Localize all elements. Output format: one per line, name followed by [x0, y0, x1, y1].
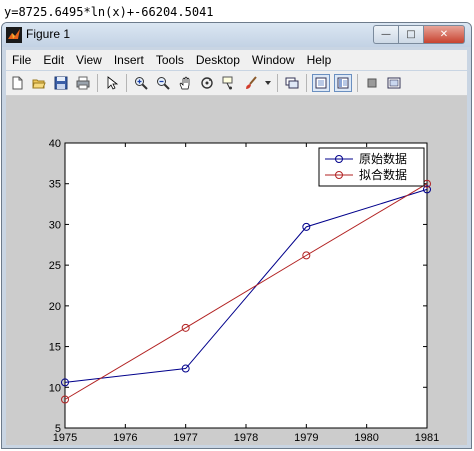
y-tick-label: 20 [49, 301, 61, 313]
menu-edit[interactable]: Edit [37, 53, 70, 67]
y-tick-label: 15 [49, 342, 61, 354]
menu-desktop[interactable]: Desktop [190, 53, 246, 67]
menu-help[interactable]: Help [301, 53, 338, 67]
link-plot-icon[interactable] [283, 74, 301, 92]
brush-icon[interactable] [242, 74, 260, 92]
open-file-icon[interactable] [30, 74, 48, 92]
title-bar[interactable]: Figure 1 — □ ✕ [2, 23, 471, 47]
data-cursor-icon[interactable] [220, 74, 238, 92]
legend-icon[interactable] [385, 74, 403, 92]
save-icon[interactable] [52, 74, 70, 92]
zoom-out-icon[interactable] [154, 74, 172, 92]
y-tick-label: 40 [49, 138, 61, 150]
maximize-button[interactable]: □ [398, 25, 423, 44]
console-output-line: y=8725.6495*ln(x)+-66204.5041 [4, 5, 214, 19]
plot-svg: 1975 1976 1977 1978 1979 1980 1981510152025303… [49, 138, 439, 444]
figure-window: Figure 1 — □ ✕ File Edit View Insert Too… [1, 22, 472, 449]
minimize-button[interactable]: — [373, 25, 398, 44]
matlab-logo-icon [6, 27, 22, 43]
close-button[interactable]: ✕ [423, 25, 465, 44]
menu-tools[interactable]: Tools [150, 53, 190, 67]
y-tick-label: 5 [55, 423, 61, 435]
menu-file[interactable]: File [6, 53, 37, 67]
rotate-3d-icon[interactable] [198, 74, 216, 92]
x-tick-label: 1978 [234, 432, 258, 444]
hide-plot-tools-icon[interactable] [312, 74, 330, 92]
x-tick-label: 1980 [354, 432, 378, 444]
print-icon[interactable] [74, 74, 92, 92]
edit-plot-arrow-icon[interactable] [103, 74, 121, 92]
colorbar-icon[interactable] [363, 74, 381, 92]
x-tick-label: 1977 [173, 432, 197, 444]
x-tick-label: 1976 [113, 432, 137, 444]
toolbar-separator [277, 74, 278, 92]
figure-canvas: 1975 1976 1977 1978 1979 1980 1981 5 10 15 20 25 30 3… [6, 96, 467, 445]
figure-toolbar [6, 71, 467, 96]
new-figure-icon[interactable] [8, 74, 26, 92]
toolbar-separator [126, 74, 127, 92]
show-plot-tools-icon[interactable] [334, 74, 352, 92]
toolbar-separator [97, 74, 98, 92]
x-tick-label: 1981 [415, 432, 439, 444]
y-tick-label: 25 [49, 260, 61, 272]
y-tick-label: 35 [49, 179, 61, 191]
legend[interactable]: 原始数据拟合数据 [318, 147, 425, 187]
toolbar-separator [306, 74, 307, 92]
menu-bar: File Edit View Insert Tools Desktop Wind… [6, 50, 467, 70]
toolbar-separator [357, 74, 358, 92]
window-title: Figure 1 [26, 27, 71, 41]
menu-insert[interactable]: Insert [108, 53, 150, 67]
pan-hand-icon[interactable] [176, 74, 194, 92]
legend-entry-label: 原始数据 [359, 151, 407, 166]
dropdown-arrow-icon[interactable] [264, 74, 272, 92]
y-tick-label: 30 [49, 219, 61, 231]
x-tick-label: 1979 [294, 432, 318, 444]
menu-view[interactable]: View [70, 53, 108, 67]
y-tick-label: 10 [49, 382, 61, 394]
zoom-in-icon[interactable] [132, 74, 150, 92]
menu-window[interactable]: Window [246, 53, 301, 67]
legend-entry-label: 拟合数据 [359, 167, 407, 182]
